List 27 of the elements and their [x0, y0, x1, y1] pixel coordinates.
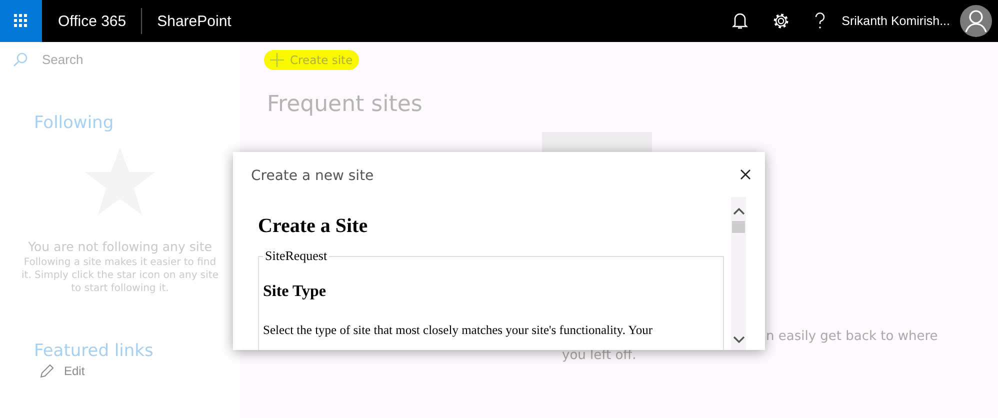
- dialog-title: Create a new site: [251, 168, 374, 186]
- scroll-down-icon[interactable]: [732, 336, 744, 344]
- hint-text: n easily get back to where: [766, 328, 939, 346]
- pencil-icon: [40, 364, 54, 378]
- section-heading: Site Type: [263, 283, 327, 301]
- search-field[interactable]: Search: [40, 51, 194, 68]
- bell-icon[interactable]: [732, 12, 748, 30]
- scroll-thumb[interactable]: [732, 221, 745, 233]
- avatar-icon[interactable]: [960, 5, 992, 37]
- featured-links-heading: Featured links: [34, 341, 154, 361]
- search-icon: [12, 52, 28, 68]
- brand-title[interactable]: Office 365: [58, 12, 126, 30]
- user-name[interactable]: Srikanth Komirish...: [842, 14, 950, 28]
- settings-icon[interactable]: [772, 12, 790, 30]
- plus-icon: [270, 53, 284, 67]
- app-title[interactable]: SharePoint: [157, 12, 232, 30]
- following-heading: Following: [34, 113, 114, 133]
- waffle-icon: [14, 14, 28, 28]
- fieldset-legend: SiteRequest: [263, 248, 330, 264]
- help-icon[interactable]: [814, 12, 826, 30]
- app-launcher-button[interactable]: [0, 0, 42, 42]
- form-heading: Create a Site: [258, 215, 369, 238]
- scrollbar[interactable]: [731, 197, 746, 350]
- scroll-up-icon[interactable]: [732, 207, 744, 215]
- close-icon: [740, 169, 751, 180]
- description-text: Select the type of site that most closely matches your site's functionality. Your: [263, 323, 654, 338]
- frequent-sites-heading: Frequent sites: [267, 92, 424, 117]
